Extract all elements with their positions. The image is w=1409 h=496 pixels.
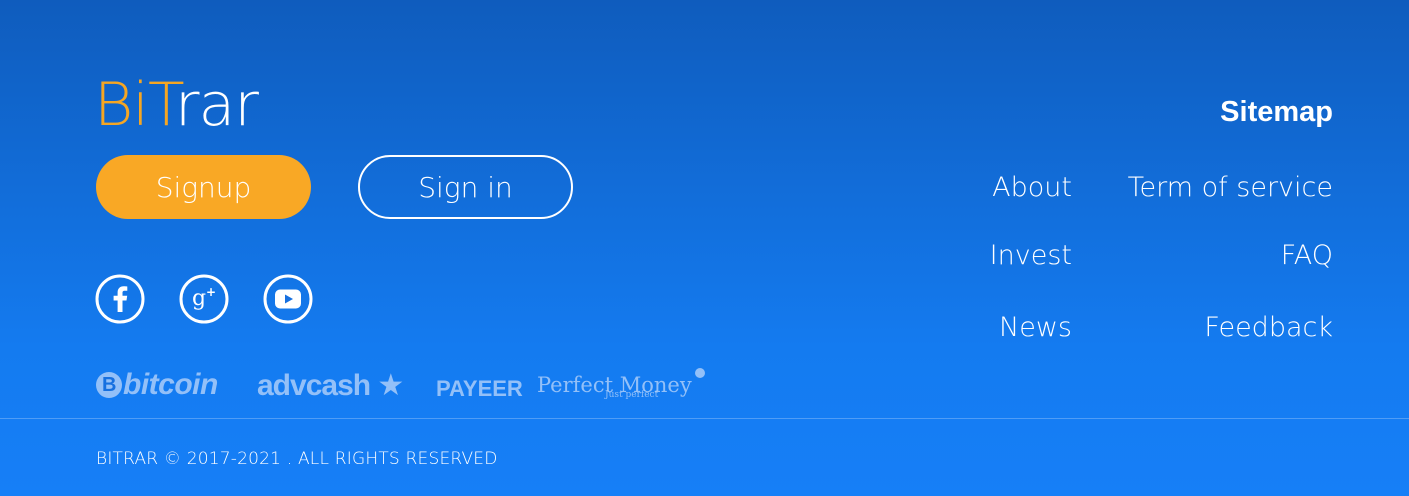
svg-text:g: g [192, 286, 206, 311]
link-terms[interactable]: Term of service [1128, 172, 1333, 203]
svg-text:+: + [206, 285, 216, 299]
perfect-money-dot-icon [694, 368, 705, 378]
logo-part-bi: Bi [94, 70, 149, 140]
sitemap-title: Sitemap [1220, 96, 1333, 128]
footer-top: BiTrar Signup Sign in g + B bitcoin advc… [0, 0, 1409, 418]
google-plus-icon: g + [179, 274, 229, 324]
payeer-logo: PAYEER [436, 376, 523, 401]
link-about[interactable]: About [992, 172, 1072, 203]
link-invest[interactable]: Invest [990, 240, 1072, 271]
signup-button[interactable]: Signup [96, 155, 311, 219]
logo-part-rar: rar [174, 70, 259, 140]
perfect-money-logo: Perfect Money Just perfect [537, 368, 705, 400]
logo-part-t: T [147, 70, 176, 140]
link-feedback[interactable]: Feedback [1204, 312, 1333, 343]
copyright-text: BITRAR © 2017-2021 . ALL RIGHTS RESERVED [96, 449, 498, 469]
link-news[interactable]: News [999, 312, 1072, 343]
google-plus-link[interactable]: g + [179, 274, 229, 324]
footer-divider [0, 418, 1409, 419]
facebook-icon [95, 274, 145, 324]
youtube-link[interactable] [263, 274, 313, 324]
advcash-logo: advcash ★ [257, 369, 404, 402]
bitrar-logo[interactable]: BiTrar [94, 70, 259, 140]
signin-button[interactable]: Sign in [358, 155, 573, 219]
link-faq[interactable]: FAQ [1281, 240, 1333, 271]
bitcoin-logo: Bbitcoin [96, 368, 218, 402]
facebook-link[interactable] [95, 274, 145, 324]
advcash-star-icon: ★ [377, 369, 404, 402]
youtube-icon [263, 274, 313, 324]
